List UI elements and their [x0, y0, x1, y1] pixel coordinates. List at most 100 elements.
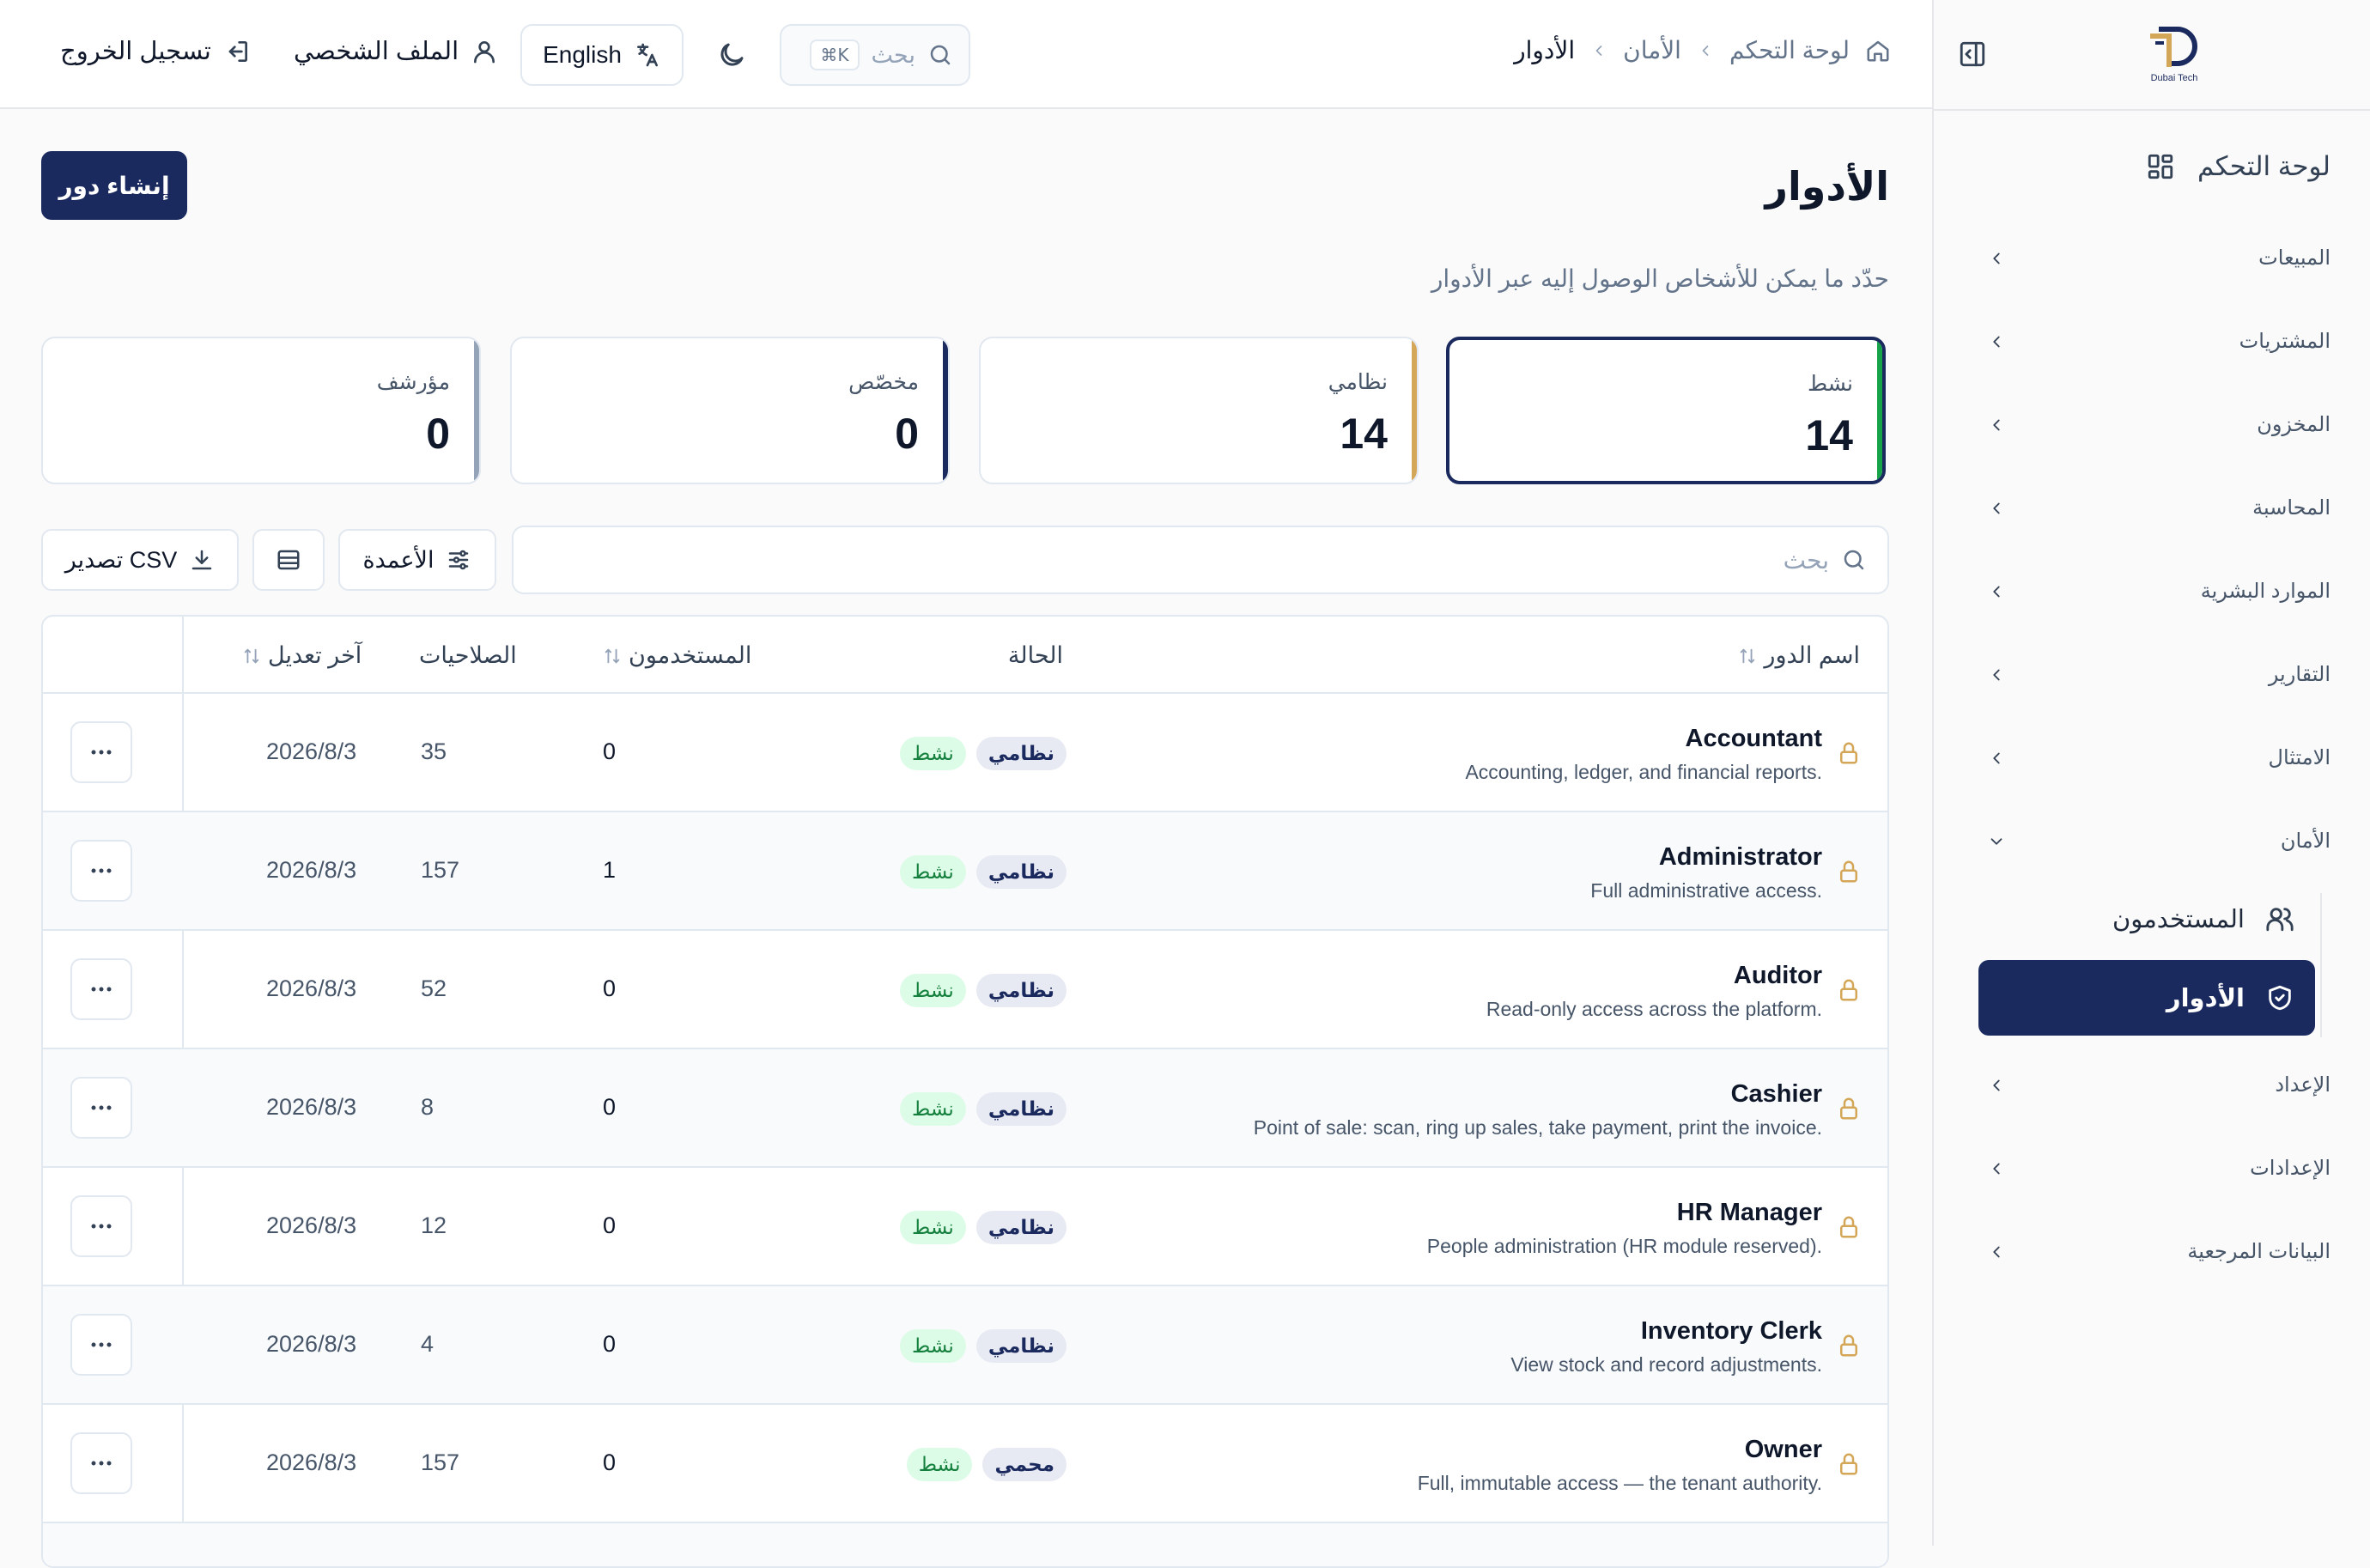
breadcrumb-security[interactable]: الأمان: [1623, 36, 1681, 64]
logout-icon: [228, 40, 247, 62]
table-row[interactable]: Accountant Accounting, ledger, and finan…: [43, 692, 1887, 811]
sidebar-item-reference-data[interactable]: البيانات المرجعية: [1987, 1239, 2330, 1264]
role-name[interactable]: Accountant: [1686, 725, 1823, 753]
type-badge: نظامي: [975, 737, 1066, 770]
global-search[interactable]: بحث ⌘K: [780, 24, 970, 86]
type-badge: محمي: [982, 1448, 1066, 1481]
permissions-count: 4: [421, 1331, 434, 1357]
more-horizontal-icon: [91, 750, 112, 755]
stat-card-custom[interactable]: مخصّص 0: [510, 337, 950, 484]
search-icon: [1844, 550, 1864, 570]
brand-logo[interactable]: Dubai Tech: [2140, 21, 2209, 86]
lock-icon: [1840, 1334, 1857, 1357]
role-description: Full administrative access.: [1590, 879, 1822, 902]
role-name[interactable]: Inventory Clerk: [1641, 1317, 1822, 1346]
create-role-button[interactable]: إنشاء دور: [41, 151, 187, 220]
sidebar-item-label: الأمان: [2280, 830, 2330, 853]
sidebar-item-sales[interactable]: المبيعات: [1987, 246, 2330, 270]
sidebar-item-accounting[interactable]: المحاسبة: [1987, 495, 2330, 520]
permissions-count: 157: [421, 1449, 460, 1475]
more-horizontal-icon: [91, 1342, 112, 1347]
breadcrumb-home[interactable]: لوحة التحكم: [1729, 36, 1850, 64]
sidebar-item-dashboard[interactable]: لوحة التحكم: [2146, 151, 2330, 182]
sidebar-item-security[interactable]: الأمان: [1987, 829, 2330, 854]
breadcrumb: لوحة التحكم الأمان الأدوار: [1514, 36, 1891, 64]
sidebar-toggle-icon[interactable]: [1958, 40, 1987, 69]
more-horizontal-icon: [91, 987, 112, 992]
lock-icon: [1840, 1216, 1857, 1238]
language-label: English: [543, 41, 622, 68]
permissions-count: 8: [421, 1094, 434, 1120]
chevron-left-icon: [1993, 752, 2000, 763]
row-actions-button[interactable]: [70, 1432, 132, 1494]
users-icon: [2266, 908, 2294, 932]
table-row[interactable]: Owner Full, immutable access — the tenan…: [43, 1403, 1887, 1522]
role-name[interactable]: Auditor: [1734, 962, 1822, 990]
sidebar-item-label: المخزون: [2257, 413, 2330, 436]
row-actions-button[interactable]: [70, 958, 132, 1020]
table-search-input[interactable]: بحث: [512, 526, 1889, 594]
header-permissions: الصلاحيات: [419, 642, 517, 669]
header-users[interactable]: المستخدمون: [603, 642, 751, 669]
role-description: Full, immutable access — the tenant auth…: [1417, 1472, 1822, 1494]
breadcrumb-current: الأدوار: [1514, 37, 1576, 64]
lock-icon: [1840, 860, 1857, 883]
sidebar-item-setup[interactable]: الإعداد: [1987, 1073, 2330, 1097]
columns-button[interactable]: الأعمدة: [338, 529, 496, 591]
stat-value: 14: [1340, 410, 1388, 458]
stat-card-active[interactable]: نشط 14: [1446, 337, 1886, 484]
export-csv-button[interactable]: تصدير CSV: [41, 529, 239, 591]
table-row[interactable]: HR Manager People administration (HR mod…: [43, 1166, 1887, 1285]
sidebar-item-reports[interactable]: التقارير: [1987, 662, 2330, 687]
row-actions-button[interactable]: [70, 840, 132, 902]
sidebar-item-label: المستخدمون: [2112, 905, 2245, 933]
language-button[interactable]: English: [520, 24, 684, 86]
row-actions-button[interactable]: [70, 1077, 132, 1139]
role-name[interactable]: HR Manager: [1677, 1199, 1822, 1227]
table-row[interactable]: Inventory Clerk View stock and record ad…: [43, 1285, 1887, 1403]
type-badge: نظامي: [975, 855, 1066, 889]
last-modified: 2026/8/3: [266, 1449, 357, 1475]
sliders-icon: [449, 550, 469, 570]
stat-accent: [1412, 338, 1417, 483]
sidebar-item-settings[interactable]: الإعدادات: [1987, 1156, 2330, 1181]
type-badge: نظامي: [975, 1329, 1066, 1363]
role-name[interactable]: Administrator: [1659, 843, 1822, 872]
status-badges: نظامي نشط: [900, 974, 1066, 1007]
table-row[interactable]: [43, 1522, 1887, 1566]
density-button[interactable]: [252, 529, 325, 591]
header-role-name[interactable]: اسم الدور: [1738, 642, 1860, 669]
table-row[interactable]: Administrator Full administrative access…: [43, 811, 1887, 929]
sidebar-item-users[interactable]: المستخدمون: [1978, 881, 2315, 957]
sidebar-item-hr[interactable]: الموارد البشرية: [1987, 579, 2330, 604]
columns-label: الأعمدة: [362, 546, 434, 573]
stat-card-archived[interactable]: مؤرشف 0: [41, 337, 481, 484]
table-row[interactable]: Cashier Point of sale: scan, ring up sal…: [43, 1048, 1887, 1166]
role-name[interactable]: Owner: [1745, 1436, 1822, 1464]
sort-icon: [1741, 648, 1755, 663]
status-badges: نظامي نشط: [900, 737, 1066, 770]
status-badge: نشط: [900, 855, 966, 889]
row-actions-button[interactable]: [70, 1195, 132, 1257]
sidebar-item-purchases[interactable]: المشتريات: [1987, 329, 2330, 354]
chevron-left-icon: [1993, 1079, 2000, 1091]
sidebar-header: Dubai Tech: [1934, 0, 2370, 111]
profile-link[interactable]: الملف الشخصي: [294, 36, 498, 66]
sidebar-item-inventory[interactable]: المخزون: [1987, 412, 2330, 437]
sidebar-item-compliance[interactable]: الامتثال: [1987, 745, 2330, 770]
logout-link[interactable]: تسجيل الخروج: [60, 36, 251, 66]
sidebar: Dubai Tech لوحة التحكم المبيعات المشتريا…: [1932, 0, 2370, 1546]
moon-icon[interactable]: [716, 40, 747, 70]
stat-card-system[interactable]: نظامي 14: [979, 337, 1419, 484]
page-title: الأدوار: [1765, 164, 1889, 209]
header-last-modified[interactable]: آخر تعديل: [242, 642, 362, 669]
row-actions-button[interactable]: [70, 721, 132, 783]
status-badge: نشط: [900, 1211, 966, 1244]
users-count: 0: [603, 1331, 617, 1357]
role-description: Read-only access across the platform.: [1486, 998, 1822, 1020]
role-name[interactable]: Cashier: [1731, 1080, 1822, 1109]
sidebar-item-roles[interactable]: الأدوار: [1978, 960, 2315, 1036]
row-actions-button[interactable]: [70, 1314, 132, 1376]
table-row[interactable]: Auditor Read-only access across the plat…: [43, 929, 1887, 1048]
profile-label: الملف الشخصي: [294, 38, 459, 65]
